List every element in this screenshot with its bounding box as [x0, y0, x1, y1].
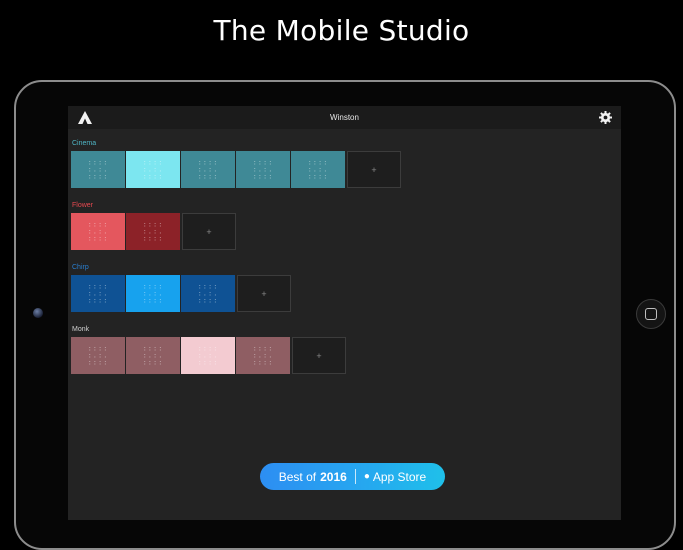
plus-icon: + — [371, 164, 377, 175]
add-color-button[interactable]: + — [292, 337, 346, 374]
color-swatch[interactable]: :::: :.:. :::: — [126, 213, 180, 250]
color-swatch[interactable]: :::: :.:. :::: — [71, 213, 125, 250]
add-color-button[interactable]: + — [182, 213, 236, 250]
swatch-pattern: :::: :.:. :::: — [142, 344, 164, 366]
swatch-pattern: :::: :.:. :::: — [197, 344, 219, 366]
color-swatch[interactable]: :::: :.:. :::: — [236, 337, 290, 374]
plus-icon: + — [206, 226, 212, 237]
swatch-pattern: :::: :.:. :::: — [142, 220, 164, 242]
swatch-pattern: :::: :.:. :::: — [87, 220, 109, 242]
add-color-button[interactable]: + — [237, 275, 291, 312]
color-swatch[interactable]: :::: :.:. :::: — [71, 151, 125, 188]
app-title: Winston — [330, 113, 359, 122]
color-swatch[interactable]: :::: :.:. :::: — [181, 275, 235, 312]
color-swatch[interactable]: :::: :.:. :::: — [126, 275, 180, 312]
plus-icon: + — [261, 288, 267, 299]
color-swatch[interactable]: :::: :.:. :::: — [236, 151, 290, 188]
color-swatch[interactable]: :::: :.:. :::: — [71, 275, 125, 312]
swatch-pattern: :::: :.:. :::: — [307, 158, 329, 180]
swatch-pattern: :::: :.:. :::: — [142, 158, 164, 180]
swatch-pattern: :::: :.:. :::: — [197, 158, 219, 180]
add-color-button[interactable]: + — [347, 151, 401, 188]
camera-icon — [33, 308, 43, 318]
plus-icon: + — [316, 350, 322, 361]
best-of-app-store-badge[interactable]: Best of 2016 ● App Store — [260, 463, 445, 490]
home-button-icon — [645, 308, 657, 320]
swatch-pattern: :::: :.:. :::: — [87, 158, 109, 180]
group-label-monk: Monk — [72, 326, 90, 333]
badge-store: App Store — [372, 469, 427, 484]
group-label-cinema: Cinema — [72, 140, 97, 147]
apple-icon: ● — [363, 471, 370, 482]
swatch-pattern: :::: :.:. :::: — [87, 344, 109, 366]
color-swatch[interactable]: :::: :.:. :::: — [126, 151, 180, 188]
swatch-pattern: :::: :.:. :::: — [142, 282, 164, 304]
badge-divider — [354, 469, 356, 484]
swatch-pattern: :::: :.:. :::: — [197, 282, 219, 304]
banner-title: The Mobile Studio — [213, 14, 470, 47]
gear-icon[interactable] — [599, 111, 612, 124]
swatch-pattern: :::: :.:. :::: — [252, 158, 274, 180]
badge-year: 2016 — [320, 469, 347, 484]
top-bar: Winston — [68, 106, 621, 129]
color-swatch[interactable]: :::: :.:. :::: — [291, 151, 345, 188]
color-swatch[interactable]: :::: :.:. :::: — [71, 337, 125, 374]
home-button[interactable] — [636, 299, 666, 329]
group-label-flower: Flower — [72, 202, 94, 209]
color-swatch[interactable]: :::: :.:. :::: — [126, 337, 180, 374]
app-screen: Winston Cinema:::: :.:. :::::::: :.:. ::… — [68, 106, 621, 520]
badge-prefix: Best of — [278, 469, 317, 484]
group-label-chirp: Chirp — [72, 264, 89, 271]
swatch-pattern: :::: :.:. :::: — [87, 282, 109, 304]
color-swatch[interactable]: :::: :.:. :::: — [181, 151, 235, 188]
swatch-pattern: :::: :.:. :::: — [252, 344, 274, 366]
color-swatch[interactable]: :::: :.:. :::: — [181, 337, 235, 374]
